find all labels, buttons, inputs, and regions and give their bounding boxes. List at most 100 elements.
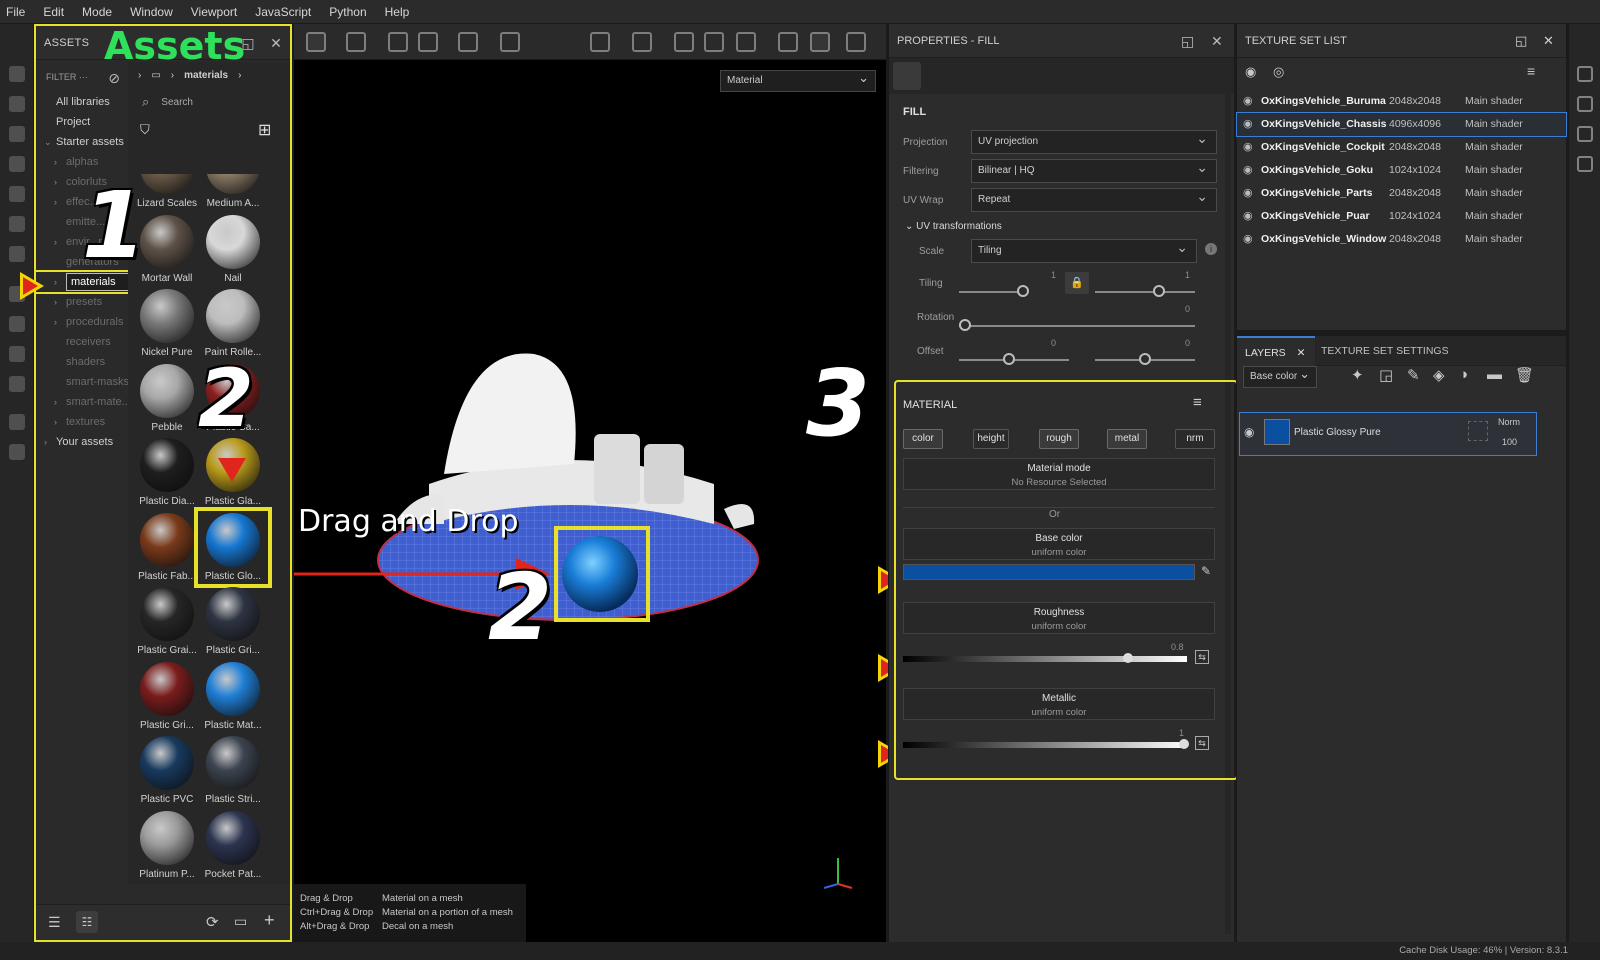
chevron-right-icon[interactable]: ›: [44, 432, 47, 452]
close-icon[interactable]: ✕: [1543, 24, 1554, 58]
material-tile[interactable]: Plastic Mat...: [200, 661, 266, 731]
add-smart-material-icon[interactable]: ◑: [1459, 366, 1468, 383]
tiling-slider-b-knob[interactable]: [1153, 285, 1165, 297]
menu-edit[interactable]: Edit: [43, 5, 64, 19]
folder-icon[interactable]: ▭: [151, 70, 160, 81]
material-tile[interactable]: Nail: [200, 214, 266, 284]
uvwrap-dropdown[interactable]: Repeat: [971, 185, 1217, 212]
eye-icon[interactable]: ◉: [1243, 228, 1253, 251]
offset-slider-a-knob[interactable]: [1003, 353, 1015, 365]
float-panel-icon[interactable]: ◱: [240, 35, 256, 51]
library-tree-item[interactable]: › procedurals: [36, 312, 128, 332]
tab-texture-set-settings[interactable]: TEXTURE SET SETTINGS: [1321, 336, 1449, 366]
library-tree-item[interactable]: ⌄ Starter assets: [36, 132, 128, 152]
paint-brush-icon[interactable]: [9, 66, 25, 82]
shader-icon[interactable]: [9, 346, 25, 362]
info-icon[interactable]: i: [1205, 243, 1217, 255]
material-tile[interactable]: Medium A...: [200, 174, 266, 209]
search-bar[interactable]: ⌕ Search: [128, 88, 290, 116]
menu-help[interactable]: Help: [385, 5, 410, 19]
hide-eye-icon[interactable]: ⊘: [108, 70, 120, 87]
tiling-slider-a[interactable]: [959, 291, 1025, 293]
layer-row[interactable]: ◉ Plastic Glossy Pure Norm 100: [1239, 412, 1537, 456]
texture-set-row[interactable]: ◉ OxKingsVehicle_Window 2048x2048 Main shad…: [1237, 228, 1566, 251]
eye-icon[interactable]: ◉: [1243, 159, 1253, 182]
menu-window[interactable]: Window: [130, 5, 173, 19]
texture-set-row[interactable]: ◉ OxKingsVehicle_Chassis 4096x4096 Main sha…: [1236, 112, 1567, 137]
layer-mask-slot[interactable]: [1468, 421, 1488, 441]
library-tree-item[interactable]: › textures: [36, 412, 128, 432]
fill-settings-tab-icon[interactable]: [893, 62, 921, 90]
texture-set-row[interactable]: ◉ OxKingsVehicle_Puar 1024x1024 Main shader: [1237, 205, 1566, 228]
eye-icon[interactable]: ◉: [1244, 425, 1254, 439]
material-tile[interactable]: Pebble: [134, 363, 200, 433]
menu-mode[interactable]: Mode: [82, 5, 112, 19]
rotation-slider[interactable]: [959, 325, 1195, 327]
material-tile[interactable]: Plastic Gri...: [134, 661, 200, 731]
close-icon[interactable]: ✕: [1297, 347, 1306, 359]
chevron-right-icon[interactable]: ›: [54, 232, 57, 252]
picker-icon[interactable]: [9, 246, 25, 262]
eye-icon[interactable]: ◎: [1273, 64, 1284, 80]
layer-opacity[interactable]: 100: [1502, 437, 1517, 447]
list-view-icon[interactable]: ☰: [48, 914, 61, 931]
history-icon[interactable]: [9, 376, 25, 392]
smudge-icon[interactable]: [9, 186, 25, 202]
material-tab-icon[interactable]: [925, 62, 953, 90]
viewport[interactable]: Material ⌄ Drag and Drop Drag & Drop Mat…: [294, 24, 886, 942]
close-icon[interactable]: ✕: [268, 35, 284, 51]
filter-funnel-icon[interactable]: ⛉: [140, 122, 150, 138]
projection-dropdown[interactable]: UV projection: [971, 127, 1217, 154]
search-input[interactable]: Search: [161, 97, 193, 108]
material-tile[interactable]: Plastic Grai...: [134, 587, 200, 656]
clone-icon[interactable]: [9, 216, 25, 232]
detail-view-icon[interactable]: ☷: [76, 911, 98, 933]
material-tile[interactable]: Plastic Glo...: [194, 506, 272, 588]
assets-icon[interactable]: [9, 444, 25, 460]
material-tile[interactable]: Plastic Fab...: [134, 512, 200, 582]
geometry-mask-icon[interactable]: [9, 156, 25, 172]
shader-settings-icon[interactable]: [1577, 96, 1593, 112]
offset-slider-b-knob[interactable]: [1139, 353, 1151, 365]
blend-mode[interactable]: Norm: [1498, 417, 1520, 427]
material-tile[interactable]: Plastic Dia...: [134, 438, 200, 507]
rotation-slider-knob[interactable]: [959, 319, 971, 331]
add-paint-layer-icon[interactable]: ✎: [1407, 366, 1420, 384]
scale-dropdown[interactable]: Tiling: [971, 236, 1197, 263]
filtering-dropdown[interactable]: Bilinear | HQ: [971, 156, 1217, 183]
tiling-slider-a-knob[interactable]: [1017, 285, 1029, 297]
history-icon[interactable]: [1577, 126, 1593, 142]
chevron-right-icon[interactable]: ›: [138, 70, 141, 81]
chevron-right-icon[interactable]: ›: [54, 392, 57, 412]
chevron-right-icon[interactable]: ›: [54, 152, 57, 172]
eye-icon[interactable]: ◉: [1243, 205, 1253, 228]
add-mask-icon[interactable]: ◲: [1379, 366, 1393, 384]
tiling-slider-b[interactable]: [1095, 291, 1195, 293]
eraser-icon[interactable]: [9, 96, 25, 112]
library-tree-item[interactable]: shaders: [36, 352, 128, 372]
library-tree-item[interactable]: › smart-mate...: [36, 392, 128, 412]
menu-python[interactable]: Python: [329, 5, 366, 19]
material-tile[interactable]: Platinum P...: [134, 810, 200, 880]
chevron-right-icon[interactable]: ›: [54, 192, 57, 212]
delete-icon[interactable]: 🗑: [1515, 366, 1534, 384]
uv-transformations-header[interactable]: ⌄ UV transformations: [905, 221, 1002, 232]
list-menu-icon[interactable]: ≡: [1527, 63, 1535, 79]
material-tile[interactable]: Paint Rolle...: [200, 289, 266, 358]
texture-set-row[interactable]: ◉ OxKingsVehicle_Goku 1024x1024 Main shader: [1237, 159, 1566, 182]
visibility-settings-icon[interactable]: ◉: [1245, 64, 1256, 80]
breadcrumb-materials[interactable]: materials: [184, 70, 228, 81]
eye-icon[interactable]: ◉: [1243, 182, 1253, 205]
add-folder-icon[interactable]: ▬: [1487, 366, 1502, 383]
library-tree-item[interactable]: All libraries: [36, 92, 128, 112]
texture-set-row[interactable]: ◉ OxKingsVehicle_Cockpit 2048x2048 Main sha…: [1237, 136, 1566, 159]
add-fill-layer-icon[interactable]: ◈: [1433, 366, 1445, 384]
chevron-right-icon[interactable]: ›: [238, 70, 241, 81]
chevron-right-icon[interactable]: ›: [54, 272, 57, 292]
refresh-icon[interactable]: ⟳: [206, 913, 219, 931]
tab-layers[interactable]: LAYERS ✕: [1237, 336, 1315, 366]
camera-settings-icon[interactable]: [1577, 66, 1593, 82]
chevron-down-icon[interactable]: ⌄: [44, 132, 52, 152]
library-tree-item[interactable]: receivers: [36, 332, 128, 352]
eye-icon[interactable]: ◉: [1243, 113, 1253, 136]
